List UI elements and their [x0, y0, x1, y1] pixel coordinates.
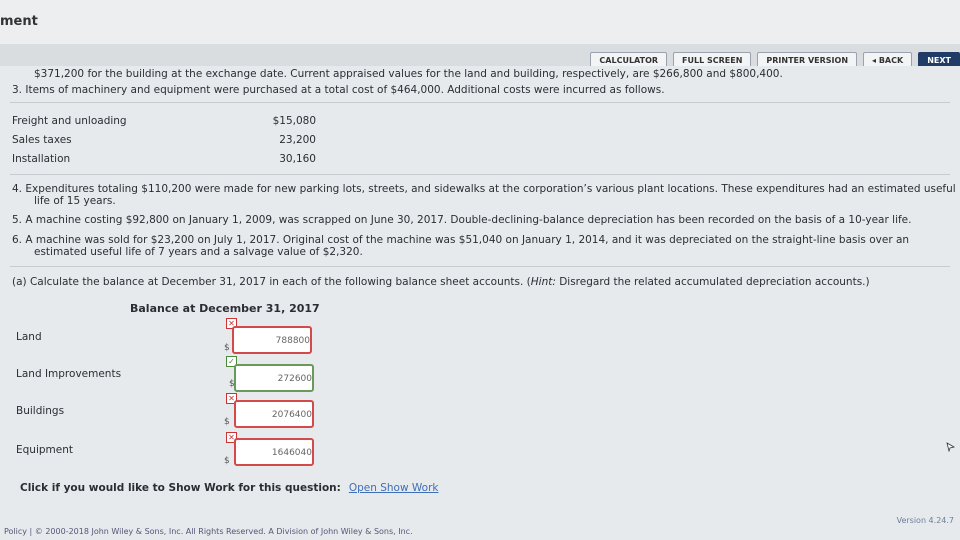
row-label-buildings: Buildings — [16, 405, 65, 417]
land-answer-box — [232, 326, 312, 354]
cost-label-sales-taxes: Sales taxes — [12, 134, 72, 146]
version-label: Version 4.24.7 — [896, 516, 954, 525]
currency-symbol: $ — [224, 343, 230, 353]
footer-copyright: Policy | © 2000-2018 John Wiley & Sons, … — [4, 527, 413, 536]
problem-item-6: 6. A machine was sold for $23,200 on Jul… — [12, 234, 910, 246]
equipment-input[interactable] — [238, 442, 314, 464]
divider — [10, 266, 950, 267]
show-work-prompt: Click if you would like to Show Work for… — [20, 482, 438, 494]
question-text: (a) Calculate the balance at December 31… — [12, 276, 870, 288]
currency-symbol: $ — [224, 456, 230, 466]
divider — [10, 174, 950, 175]
equipment-answer-box — [234, 438, 314, 466]
balance-heading: Balance at December 31, 2017 — [130, 302, 320, 315]
cost-label-installation: Installation — [12, 153, 71, 165]
mouse-cursor-icon — [946, 442, 956, 452]
problem-line-0: $371,200 for the building at the exchang… — [34, 68, 783, 80]
currency-symbol: $ — [224, 417, 230, 427]
divider — [10, 102, 950, 103]
footer: Policy | © 2000-2018 John Wiley & Sons, … — [0, 516, 960, 540]
show-work-text: Click if you would like to Show Work for… — [20, 482, 341, 494]
row-label-land-improvements: Land Improvements — [16, 368, 122, 380]
cost-label-freight: Freight and unloading — [12, 115, 127, 127]
problem-item-4-cont: life of 15 years. — [34, 195, 116, 207]
land-improvements-answer-box — [234, 364, 314, 392]
top-bar: ment — [0, 0, 960, 44]
problem-item-6-cont: estimated useful life of 7 years and a s… — [34, 246, 363, 258]
open-show-work-link[interactable]: Open Show Work — [349, 482, 439, 494]
question-content: $371,200 for the building at the exchang… — [0, 66, 960, 540]
question-hint: Hint: — [530, 276, 556, 288]
question-suffix: Disregard the related accumulated deprec… — [555, 276, 870, 288]
land-improvements-input[interactable] — [238, 368, 314, 390]
buildings-input[interactable] — [238, 404, 314, 426]
land-input[interactable] — [236, 330, 312, 352]
problem-item-5: 5. A machine costing $92,800 on January … — [12, 214, 912, 226]
cost-value-sales-taxes: 23,200 — [279, 134, 316, 146]
problem-item-3: 3. Items of machinery and equipment were… — [12, 84, 665, 96]
problem-item-4: 4. Expenditures totaling $110,200 were m… — [12, 183, 956, 195]
page-title: ment — [0, 14, 38, 29]
cost-value-installation: 30,160 — [279, 153, 316, 165]
cost-value-freight: $15,080 — [272, 115, 316, 127]
buildings-answer-box — [234, 400, 314, 428]
question-prefix: (a) Calculate the balance at December 31… — [12, 276, 531, 288]
row-label-land: Land — [16, 331, 42, 343]
row-label-equipment: Equipment — [16, 444, 73, 456]
